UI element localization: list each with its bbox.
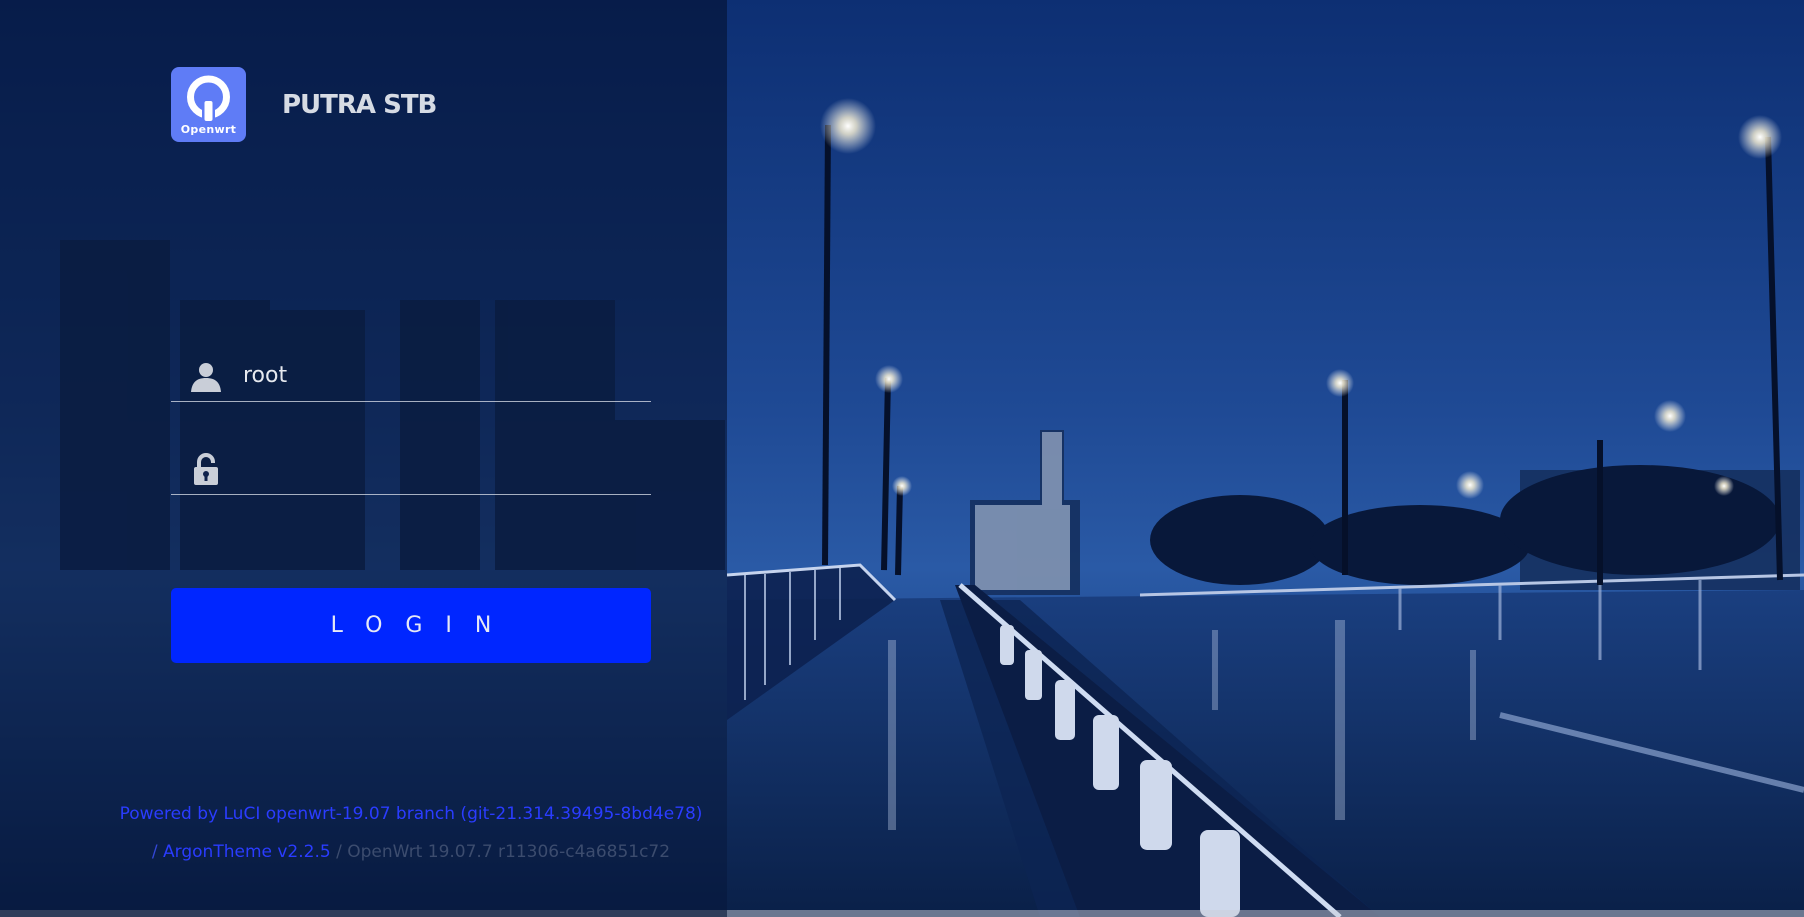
user-icon [191, 363, 221, 392]
login-panel: Openwrt PUTRA STB LOGIN [0, 0, 727, 917]
password-input[interactable] [243, 450, 643, 486]
footer-separator: / [151, 842, 158, 862]
openwrt-version-text: / OpenWrt 19.07.7 r11306-c4a6851c72 [336, 842, 671, 862]
username-input[interactable] [243, 357, 643, 393]
logo-text: Openwrt [180, 123, 237, 136]
openwrt-logo-icon: Openwrt [171, 67, 246, 142]
brand-header: Openwrt PUTRA STB [171, 67, 437, 142]
brand-name: PUTRA STB [282, 89, 437, 120]
luci-link[interactable]: Powered by LuCI openwrt-19.07 branch (gi… [120, 804, 703, 824]
unlock-icon [194, 453, 218, 485]
footer-powered-by: Powered by LuCI openwrt-19.07 branch (gi… [0, 804, 822, 824]
username-field-row [171, 353, 651, 402]
login-page: Openwrt PUTRA STB LOGIN Powered by LuCI … [0, 0, 1804, 917]
footer-version: / ArgonTheme v2.2.5 / OpenWrt 19.07.7 r1… [0, 842, 822, 862]
argon-theme-link[interactable]: ArgonTheme v2.2.5 [163, 842, 331, 862]
login-button[interactable]: LOGIN [171, 588, 651, 663]
password-field-row [171, 446, 651, 495]
